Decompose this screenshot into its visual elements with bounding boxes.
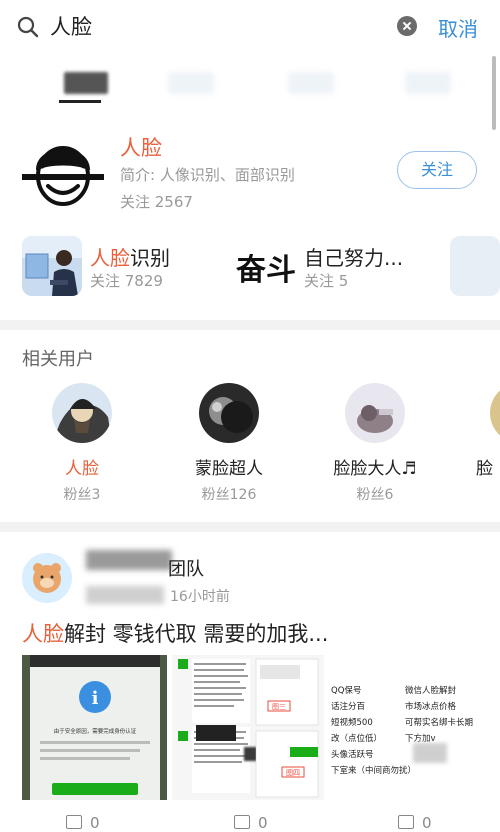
clear-search-icon[interactable] xyxy=(397,16,417,36)
related-user[interactable]: 人脸 粉丝3 xyxy=(22,383,142,504)
avatar xyxy=(490,383,500,443)
related-topic-name: 人脸识别 xyxy=(90,246,170,270)
post-image[interactable]: QQ保号 微信人脸解封 话注分百 市场冰点价格 短视频500 可帮实名绑卡长期 … xyxy=(329,655,500,800)
avatar[interactable] xyxy=(22,553,72,603)
topic-follow-count: 关注 2567 xyxy=(120,193,193,211)
topic-intro: 简介: 人像识别、面部识别 xyxy=(120,166,295,184)
user-name: 脸 xyxy=(476,459,493,479)
related-user[interactable]: 蒙脸超人 粉丝126 xyxy=(169,383,289,504)
svg-text:改（点位低）: 改（点位低） xyxy=(331,733,382,744)
svg-text:奋斗: 奋斗 xyxy=(236,253,296,288)
avatar xyxy=(199,383,259,443)
tab[interactable] xyxy=(168,72,214,94)
related-topic-thumbnail: 奋斗 xyxy=(236,236,296,296)
search-bar: 人脸 取消 xyxy=(0,0,500,56)
user-name: 脸脸大人♬ xyxy=(333,459,417,479)
related-topic-item[interactable]: 人脸识别 关注 7829 xyxy=(22,236,222,296)
svg-text:QQ保号: QQ保号 xyxy=(331,685,361,696)
post-time: 16小时前 xyxy=(170,589,230,605)
search-input[interactable]: 人脸 xyxy=(50,11,92,41)
svg-text:下室来（中间商勿扰）: 下室来（中间商勿扰） xyxy=(331,765,416,776)
share-button[interactable]: 0 xyxy=(66,814,100,832)
post-title[interactable]: 人脸解封 零钱代取 需要的加我... xyxy=(22,618,328,648)
like-icon xyxy=(398,815,414,829)
svg-text:图三: 图三 xyxy=(272,703,286,711)
related-topic-item[interactable] xyxy=(450,236,500,296)
like-button[interactable]: 0 xyxy=(398,814,432,832)
related-topic-follow-count: 关注 7829 xyxy=(90,272,163,290)
svg-text:下方加v: 下方加v xyxy=(405,733,436,744)
author-name-redacted xyxy=(86,550,172,570)
section-divider xyxy=(0,522,500,532)
user-name: 蒙脸超人 xyxy=(195,459,263,479)
scrollbar[interactable] xyxy=(492,56,496,130)
tab[interactable] xyxy=(405,72,451,94)
related-users-title: 相关用户 xyxy=(22,349,94,370)
post-action-bar: 0 0 0 xyxy=(0,812,500,832)
svg-text:话注分百: 话注分百 xyxy=(331,701,365,712)
svg-text:由于安全原因，需要完成身份认证: 由于安全原因，需要完成身份认证 xyxy=(54,727,137,735)
search-icon xyxy=(17,16,39,38)
topic-avatar[interactable] xyxy=(22,130,104,212)
cancel-button[interactable]: 取消 xyxy=(438,13,478,42)
tab-active[interactable] xyxy=(64,72,108,94)
svg-text:微信人脸解封: 微信人脸解封 xyxy=(405,685,457,696)
comment-button[interactable]: 0 xyxy=(234,814,268,832)
post-image[interactable]: i 由于安全原因，需要完成身份认证 xyxy=(22,655,167,800)
avatar xyxy=(345,383,405,443)
related-topic-follow-count: 关注 5 xyxy=(304,272,349,290)
post-image-graphic: i 由于安全原因，需要完成身份认证 xyxy=(22,655,167,800)
user-fans: 粉丝6 xyxy=(356,487,394,503)
topic-title[interactable]: 人脸 xyxy=(120,132,162,162)
related-topic-name: 自己努力... xyxy=(304,246,404,270)
section-divider xyxy=(0,320,500,330)
comment-icon xyxy=(234,815,250,829)
user-fans: 粉丝126 xyxy=(201,487,257,503)
tab-underline xyxy=(59,100,101,103)
svg-text:图四: 图四 xyxy=(286,769,300,777)
svg-text:可帮实名绑卡长期: 可帮实名绑卡长期 xyxy=(405,717,473,728)
user-name: 人脸 xyxy=(65,459,99,479)
user-fans: 粉丝3 xyxy=(63,487,101,503)
related-topic-item[interactable]: 奋斗 自己努力... 关注 5 xyxy=(236,236,436,296)
tab[interactable] xyxy=(288,72,334,94)
related-user[interactable]: 脸脸大人♬ 粉丝6 xyxy=(315,383,435,504)
share-icon xyxy=(66,815,82,829)
svg-text:头像活跃号: 头像活跃号 xyxy=(331,749,374,760)
follow-button[interactable]: 关注 xyxy=(397,151,477,189)
related-topic-thumbnail xyxy=(450,236,500,296)
post-image[interactable]: 图三 图四 xyxy=(172,655,324,800)
post-image-graphic: QQ保号 微信人脸解封 话注分百 市场冰点价格 短视频500 可帮实名绑卡长期 … xyxy=(329,655,500,800)
avatar xyxy=(52,383,112,443)
related-topic-thumbnail xyxy=(22,236,82,296)
svg-text:市场冰点价格: 市场冰点价格 xyxy=(405,701,457,712)
post-author[interactable]: 团队 xyxy=(168,555,204,581)
svg-text:短视频500: 短视频500 xyxy=(331,717,373,728)
svg-text:i: i xyxy=(92,688,99,709)
related-user[interactable]: 脸 xyxy=(464,383,500,484)
filter-tabs xyxy=(0,62,500,106)
author-meta-redacted xyxy=(86,586,164,604)
post-image-graphic: 图三 图四 xyxy=(172,655,324,800)
